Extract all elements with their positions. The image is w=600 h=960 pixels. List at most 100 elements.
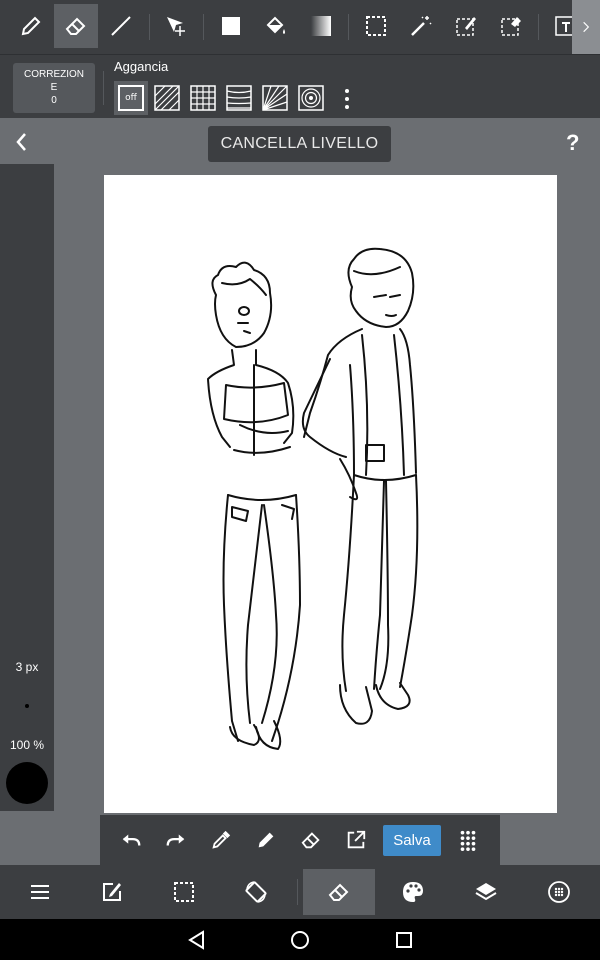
external-link-icon	[347, 830, 366, 849]
save-button[interactable]: Salva	[383, 825, 441, 856]
pen-icon	[258, 832, 274, 848]
select-eraser-tool-button[interactable]	[489, 4, 533, 48]
separator	[203, 14, 204, 40]
snap-off-button[interactable]: off	[114, 81, 148, 115]
clear-layer-button[interactable]: CANCELLA LIVELLO	[208, 126, 391, 162]
select-eraser-icon	[501, 17, 521, 36]
pen-shortcut-button[interactable]	[251, 825, 281, 855]
fill-rect-tool-button[interactable]	[209, 4, 253, 48]
select-pen-tool-button[interactable]	[444, 4, 488, 48]
magic-wand-icon	[411, 16, 432, 36]
move-icon	[167, 17, 185, 36]
parallel-lines-icon	[154, 85, 180, 111]
line-icon	[111, 16, 131, 36]
snap-perspective-button[interactable]	[222, 81, 256, 115]
snap-circle-button[interactable]	[294, 81, 328, 115]
chevron-right-icon	[583, 21, 590, 33]
select-rect-tool-button[interactable]	[354, 4, 398, 48]
nav-home-button[interactable]	[289, 929, 311, 951]
pen-icon	[21, 16, 41, 36]
undo-icon	[122, 834, 141, 846]
separator	[538, 14, 539, 40]
select-rect-icon	[366, 16, 386, 36]
snap-grid-button[interactable]	[186, 81, 220, 115]
gradient-tool-button[interactable]	[299, 4, 343, 48]
select-pen-icon	[456, 17, 476, 36]
snap-radial-button[interactable]	[258, 81, 292, 115]
toolbar-scroll-arrow[interactable]	[572, 0, 600, 54]
redo-icon	[166, 834, 185, 846]
grid-icon	[190, 85, 216, 111]
brush-preview	[25, 704, 29, 708]
snap-parallel-button[interactable]	[150, 81, 184, 115]
system-nav-bar	[0, 919, 600, 960]
line-tool-button[interactable]	[99, 4, 143, 48]
materials-button[interactable]	[523, 869, 595, 915]
palette-icon	[403, 882, 423, 902]
bucket-tool-button[interactable]	[254, 4, 298, 48]
drawing-canvas[interactable]	[104, 175, 557, 813]
color-swatch[interactable]	[6, 762, 48, 804]
layers-button[interactable]	[450, 869, 522, 915]
select-rect-icon	[174, 882, 194, 902]
current-tool-button[interactable]	[303, 869, 375, 915]
eraser-tool-button[interactable]	[54, 4, 98, 48]
nav-recents-button[interactable]	[393, 929, 415, 951]
snap-toolbar: CORREZION E 0 Aggancia off	[0, 54, 600, 118]
dotted-circle-icon	[548, 881, 570, 903]
separator	[149, 14, 150, 40]
square-recents-icon	[396, 932, 412, 948]
separator	[348, 14, 349, 40]
color-palette-button[interactable]	[377, 869, 449, 915]
redo-button[interactable]	[161, 825, 191, 855]
dots-grid-icon	[460, 830, 476, 851]
fill-rect-icon	[222, 17, 240, 35]
bucket-icon	[266, 16, 285, 34]
hamburger-menu-icon	[31, 885, 49, 899]
eraser-shortcut-button[interactable]	[296, 825, 326, 855]
move-tool-button[interactable]	[154, 4, 198, 48]
triangle-back-icon	[188, 930, 204, 950]
separator	[297, 879, 298, 905]
snap-label: Aggancia	[114, 59, 169, 74]
help-button[interactable]: ?	[566, 130, 579, 156]
eraser-icon	[65, 17, 86, 35]
radial-lines-icon	[262, 85, 288, 111]
back-button[interactable]	[10, 130, 34, 154]
canvas-action-bar: Salva	[100, 815, 500, 865]
concentric-circles-icon	[298, 85, 324, 111]
nav-back-button[interactable]	[186, 929, 208, 951]
circle-home-icon	[291, 931, 309, 949]
undo-button[interactable]	[116, 825, 146, 855]
eraser-icon	[328, 883, 349, 901]
eyedropper-icon	[212, 830, 231, 849]
pen-tool-button[interactable]	[9, 4, 53, 48]
separator	[103, 71, 104, 105]
layers-icon	[475, 883, 497, 901]
brush-size-label[interactable]: 3 px	[0, 660, 54, 674]
eraser-icon	[301, 832, 320, 849]
grid-menu-button[interactable]	[453, 825, 483, 855]
selection-button[interactable]	[148, 869, 220, 915]
rotate-screen-icon	[245, 881, 267, 903]
kebab-icon	[345, 89, 349, 109]
opacity-label[interactable]: 100 %	[0, 738, 54, 752]
top-toolbar	[0, 0, 600, 54]
layer-action-bar: CANCELLA LIVELLO ?	[0, 118, 600, 164]
perspective-lines-icon	[226, 85, 252, 111]
more-options-button[interactable]	[340, 87, 354, 111]
snap-off-icon: off	[118, 85, 144, 111]
edit-button[interactable]	[76, 869, 148, 915]
edit-icon	[103, 883, 121, 901]
chevron-left-icon	[16, 133, 26, 151]
bottom-toolbar	[0, 865, 600, 919]
eyedropper-button[interactable]	[206, 825, 236, 855]
correction-button[interactable]: CORREZION E 0	[13, 63, 95, 113]
rotate-canvas-button[interactable]	[220, 869, 292, 915]
sketch-drawing	[207, 247, 419, 750]
share-button[interactable]	[341, 825, 371, 855]
menu-button[interactable]	[4, 869, 76, 915]
gradient-icon	[311, 16, 331, 36]
magic-wand-tool-button[interactable]	[399, 4, 443, 48]
brush-panel: 3 px 100 %	[0, 164, 54, 811]
